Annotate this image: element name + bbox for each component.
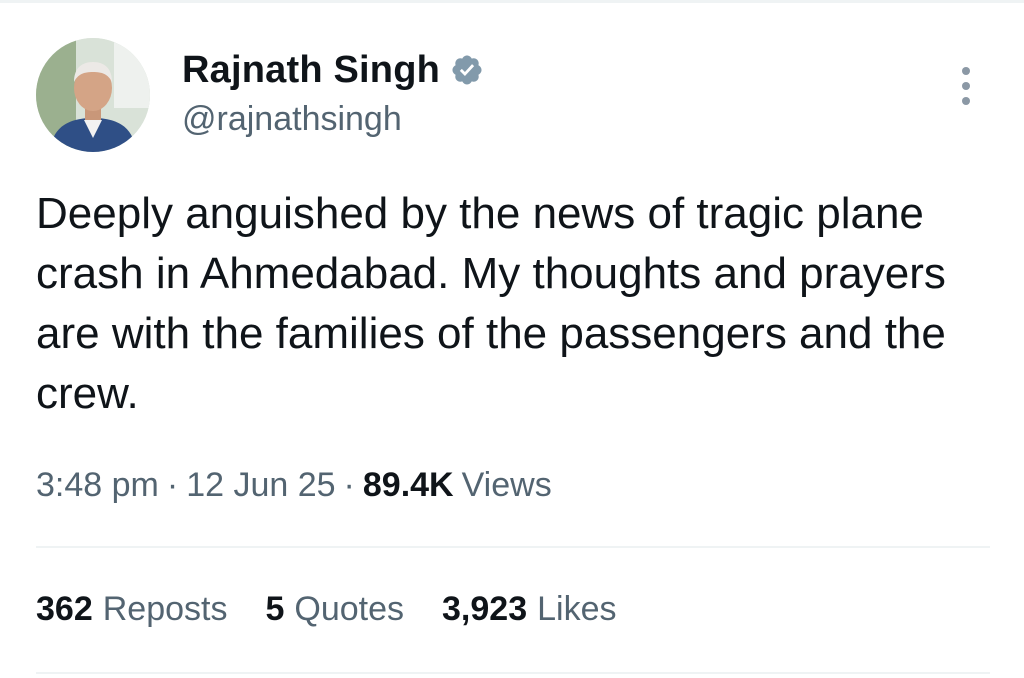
avatar[interactable] (36, 38, 150, 152)
views-count: 89.4K (362, 466, 454, 504)
top-divider (0, 0, 1024, 3)
likes-stat[interactable]: 3,923 Likes (442, 590, 616, 629)
meta-separator: · (166, 466, 179, 504)
author-name-row: Rajnath Singh (182, 46, 484, 94)
author-display-name[interactable]: Rajnath Singh (182, 49, 440, 92)
stats-bottom-divider (36, 672, 990, 674)
tweet-time[interactable]: 3:48 pm (36, 466, 159, 505)
tweet-text: Deeply anguished by the news of tragic p… (36, 189, 946, 418)
tweet-header: Rajnath Singh @rajnathsingh (36, 38, 988, 154)
quotes-count: 5 (265, 590, 285, 628)
engagement-stats: 362 Reposts 5 Quotes 3,923 Likes (36, 590, 654, 629)
verified-badge-icon[interactable] (450, 53, 484, 87)
quotes-stat[interactable]: 5 Quotes (265, 590, 404, 629)
reposts-label: Reposts (102, 590, 228, 628)
tweet-meta: 3:48 pm · 12 Jun 25 · 89.4K Views (36, 466, 552, 505)
reposts-stat[interactable]: 362 Reposts (36, 590, 227, 629)
meta-separator: · (343, 466, 355, 504)
tweet-date[interactable]: 12 Jun 25 (186, 466, 335, 505)
stats-top-divider (36, 546, 990, 548)
more-vertical-icon[interactable] (954, 64, 978, 108)
likes-count: 3,923 (442, 590, 528, 628)
quotes-label: Quotes (294, 590, 405, 628)
author-handle[interactable]: @rajnathsingh (182, 100, 402, 139)
likes-label: Likes (537, 590, 617, 628)
avatar-portrait (36, 38, 150, 152)
views-label: Views (461, 466, 552, 504)
reposts-count: 362 (36, 590, 93, 628)
